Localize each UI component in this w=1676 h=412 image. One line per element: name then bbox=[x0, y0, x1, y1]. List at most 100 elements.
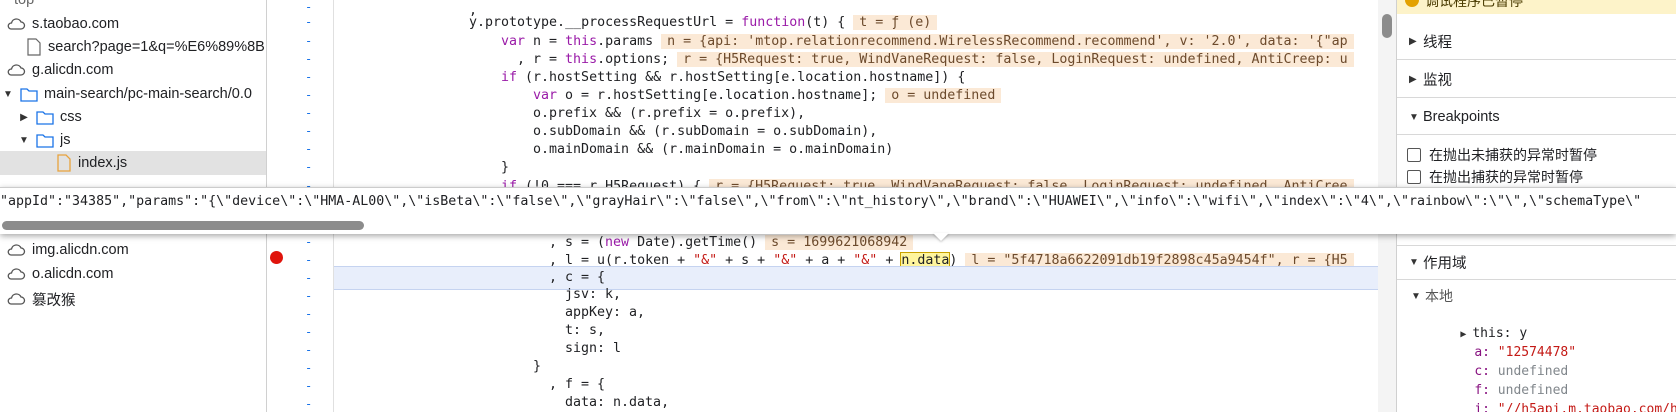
gutter-mark: - bbox=[305, 307, 313, 321]
checkbox[interactable] bbox=[1407, 148, 1421, 162]
tree-item-index-js[interactable]: index.js bbox=[0, 151, 266, 175]
triangle-down-icon[interactable]: ▼ bbox=[18, 135, 30, 146]
tree-item-label: js bbox=[60, 132, 71, 148]
section-threads[interactable]: ▶ 线程 bbox=[1397, 26, 1676, 56]
code-line: } bbox=[533, 359, 542, 374]
section-label: 监视 bbox=[1423, 72, 1452, 89]
gutter-mark: - bbox=[305, 343, 313, 357]
file-icon bbox=[57, 154, 71, 172]
paused-banner: 调试程序已暂停 bbox=[1397, 0, 1676, 14]
tree-item-img-alicdn[interactable]: img.alicdn.com bbox=[0, 238, 266, 262]
tree-item-tampermonkey[interactable]: 篡改猴 bbox=[0, 287, 266, 311]
cloud-icon bbox=[7, 64, 26, 76]
divider bbox=[1397, 59, 1676, 60]
code-line: sign: l bbox=[565, 341, 622, 356]
tree-item-label: main-search/pc-main-search/0.0 bbox=[44, 86, 252, 102]
scope-key: i: bbox=[1474, 402, 1490, 412]
tree-item-label: img.alicdn.com bbox=[32, 242, 129, 258]
gutter-mark: - bbox=[305, 70, 313, 84]
section-label: Breakpoints bbox=[1423, 109, 1500, 125]
pause-on-caught-checkbox[interactable]: 在抛出捕获的异常时暂停 bbox=[1407, 167, 1583, 187]
paused-label: 调试程序已暂停 bbox=[1425, 0, 1523, 9]
gutter-mark: - bbox=[305, 271, 313, 285]
tree-item-label: o.alicdn.com bbox=[32, 266, 114, 282]
section-breakpoints[interactable]: ▼ Breakpoints bbox=[1397, 102, 1676, 132]
inline-value: s = 1699621068942 bbox=[765, 235, 914, 250]
tooltip-arrow bbox=[933, 233, 949, 241]
triangle-right-icon[interactable]: ▶ bbox=[18, 112, 30, 123]
gutter-mark: - bbox=[305, 361, 313, 375]
tree-item-label: g.alicdn.com bbox=[32, 62, 114, 78]
editor-scrollbar-thumb[interactable] bbox=[1382, 14, 1392, 38]
inline-value: r = {H5Request: true, WindVaneRequest: f… bbox=[677, 52, 1354, 67]
inline-value: o = undefined bbox=[885, 88, 1002, 103]
pause-icon bbox=[1405, 0, 1419, 7]
section-watch[interactable]: ▶ 监视 bbox=[1397, 64, 1676, 94]
gutter-mark: - bbox=[305, 106, 313, 120]
triangle-down-icon: ▼ bbox=[1411, 290, 1421, 302]
triangle-down-icon[interactable]: ▼ bbox=[2, 89, 14, 100]
divider bbox=[1397, 245, 1676, 246]
tree-item-label: top bbox=[14, 0, 35, 8]
inline-value: t = ƒ (e) bbox=[853, 15, 938, 30]
checkbox[interactable] bbox=[1407, 170, 1421, 184]
gutter-mark: - bbox=[305, 34, 313, 48]
tree-item-search-file[interactable]: search?page=1&q=%E6%89%8B bbox=[0, 35, 266, 59]
folder-icon bbox=[36, 134, 54, 148]
gutter-mark: - bbox=[305, 325, 313, 339]
gutter-mark: - bbox=[305, 88, 313, 102]
triangle-down-icon: ▼ bbox=[1409, 256, 1419, 268]
tree-item-label: search?page=1&q=%E6%89%8B bbox=[48, 39, 265, 55]
tree-item-css[interactable]: ▶ css bbox=[0, 105, 266, 129]
triangle-right-icon: ▶ bbox=[1409, 73, 1417, 85]
cloud-icon bbox=[7, 244, 26, 256]
file-icon bbox=[27, 38, 41, 56]
checkbox-label: 在抛出捕获的异常时暂停 bbox=[1429, 169, 1583, 185]
tooltip-scrollbar-thumb[interactable] bbox=[2, 221, 364, 230]
gutter-mark: - bbox=[305, 397, 313, 411]
cloud-icon bbox=[7, 293, 26, 305]
value-tooltip[interactable]: "appId":"34385","params":"{\"device\":\"… bbox=[0, 187, 1676, 234]
triangle-down-icon: ▼ bbox=[1409, 111, 1419, 123]
folder-icon bbox=[20, 88, 38, 102]
section-label: 作用域 bbox=[1423, 255, 1467, 272]
gutter-mark: - bbox=[305, 142, 313, 156]
gutter-mark: - bbox=[305, 379, 313, 393]
gutter-mark: - bbox=[305, 160, 313, 174]
divider bbox=[1397, 97, 1676, 98]
cloud-icon bbox=[7, 268, 26, 280]
pause-on-uncaught-checkbox[interactable]: 在抛出未捕获的异常时暂停 bbox=[1407, 145, 1597, 165]
cloud-icon bbox=[7, 18, 26, 30]
triangle-right-icon: ▶ bbox=[1409, 35, 1417, 47]
tree-item-o-alicdn[interactable]: o.alicdn.com bbox=[0, 262, 266, 286]
tree-item-top[interactable]: top bbox=[0, 0, 266, 12]
tree-item-js[interactable]: ▼ js bbox=[0, 128, 266, 152]
gutter-mark: - bbox=[305, 52, 313, 66]
scope-local-label: 本地 bbox=[1425, 288, 1453, 304]
tree-item-label: index.js bbox=[78, 155, 128, 171]
tree-item-main-search[interactable]: ▼ main-search/pc-main-search/0.0 bbox=[0, 82, 266, 106]
tree-item-label: css bbox=[60, 109, 82, 125]
scope-row-i[interactable]: i: "//h5api.m.taobao.com/h5/mt bbox=[1443, 387, 1676, 412]
tree-item-s-taobao[interactable]: s.taobao.com bbox=[0, 12, 266, 36]
gutter-mark: - bbox=[305, 0, 313, 14]
gutter-mark: - bbox=[305, 289, 313, 303]
divider bbox=[1397, 279, 1676, 280]
divider bbox=[1397, 134, 1676, 135]
scope-value: "//h5api.m.taobao.com/h5/mt bbox=[1497, 402, 1676, 412]
gutter-mark: - bbox=[305, 235, 313, 249]
checkbox-label: 在抛出未捕获的异常时暂停 bbox=[1429, 147, 1597, 163]
scope-local[interactable]: ▼ 本地 bbox=[1397, 281, 1676, 311]
code-line: data: n.data, bbox=[565, 395, 670, 410]
tooltip-value-text: "appId":"34385","params":"{\"device\":\"… bbox=[0, 194, 1642, 209]
section-label: 线程 bbox=[1423, 34, 1452, 51]
tree-item-g-alicdn[interactable]: g.alicdn.com bbox=[0, 58, 266, 82]
inline-value: n = {api: 'mtop.relationrecommend.Wirele… bbox=[661, 34, 1354, 49]
folder-icon bbox=[36, 111, 54, 125]
code-line: o.mainDomain && (r.mainDomain = o.mainDo… bbox=[533, 142, 894, 157]
gutter-mark: - bbox=[305, 15, 313, 29]
gutter-mark: - bbox=[305, 253, 313, 267]
section-scope[interactable]: ▼ 作用域 bbox=[1397, 247, 1676, 277]
tree-item-label: s.taobao.com bbox=[32, 16, 120, 32]
breakpoint-icon[interactable] bbox=[270, 251, 283, 264]
